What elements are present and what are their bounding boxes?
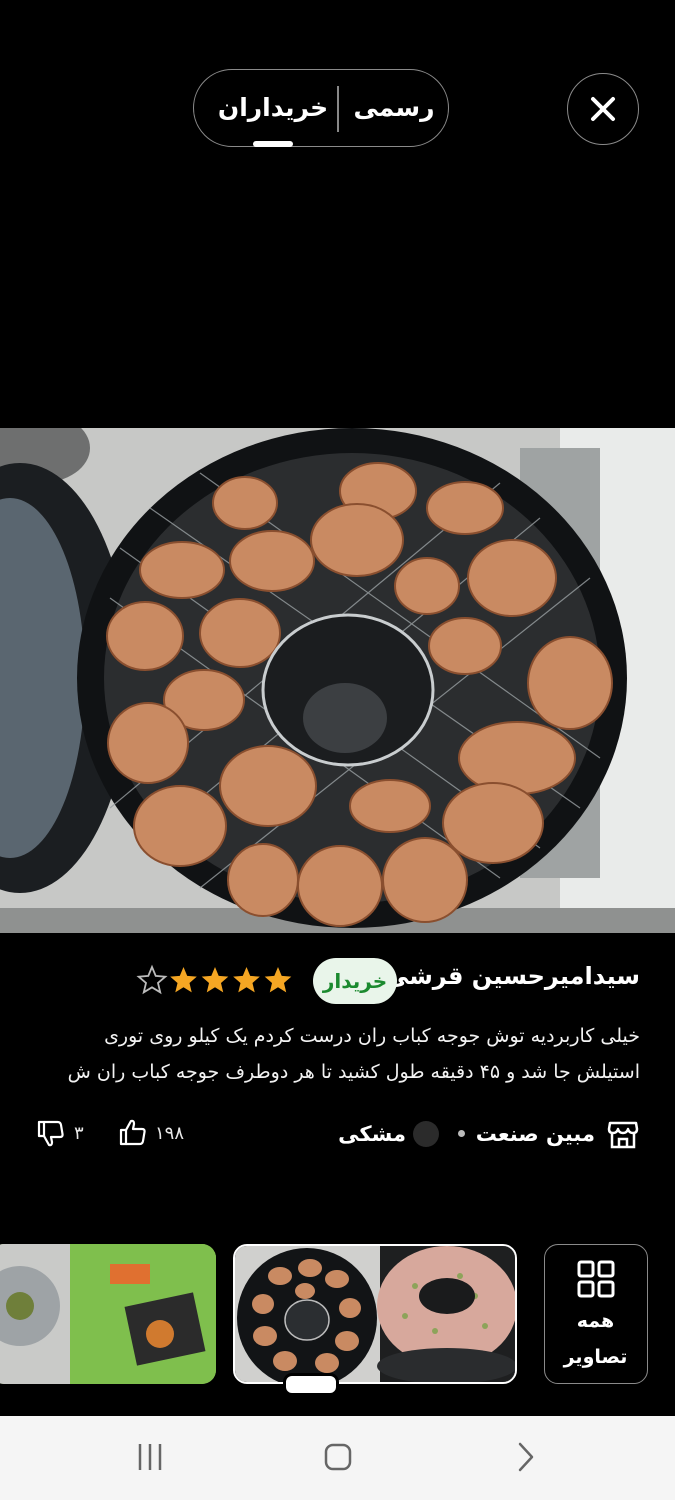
review-photo-viewer: خریداران رسمی سیدامیرحسین قرشی خریدار خی… — [0, 0, 675, 1500]
star-icon-filled — [201, 967, 229, 993]
recents-button[interactable] — [105, 1416, 195, 1500]
review-text[interactable]: خیلی کاربردیه توش جوجه کباب ران درست کرد… — [40, 1018, 640, 1104]
color-label: مشکی — [338, 1122, 406, 1146]
close-icon — [590, 96, 615, 121]
thumb-up-icon[interactable] — [118, 1117, 148, 1147]
home-icon — [324, 1443, 352, 1471]
all-photos-button[interactable]: همه تصاویر — [544, 1244, 648, 1384]
close-button[interactable] — [567, 73, 639, 145]
all-photos-label: همه تصاویر — [545, 1303, 646, 1375]
star-icon-filled — [170, 967, 197, 993]
all-photos-line1: همه — [576, 1310, 615, 1332]
system-nav-bar — [0, 1416, 675, 1500]
like-count: ۱۹۸ — [155, 1123, 185, 1144]
tab-buyers[interactable]: خریداران — [208, 70, 338, 145]
reviewer-name: سیدامیرحسین قرشی — [384, 962, 640, 990]
thumbnail[interactable] — [0, 1244, 216, 1384]
grill-photo-illustration — [0, 428, 675, 933]
home-button[interactable] — [293, 1416, 383, 1500]
star-icon-filled — [233, 967, 260, 993]
separator-dot — [458, 1130, 465, 1137]
tab-divider — [337, 86, 339, 132]
back-button[interactable] — [482, 1416, 572, 1500]
back-icon — [518, 1442, 534, 1472]
seller-name[interactable]: مبین صنعت — [470, 1116, 595, 1152]
thumbnail-selected-indicator — [283, 1373, 339, 1396]
grid-icon — [577, 1260, 615, 1298]
color-swatch — [413, 1121, 439, 1147]
tab-official[interactable]: رسمی — [344, 70, 444, 145]
dislike-count: ۳ — [74, 1123, 84, 1144]
review-photo[interactable] — [0, 428, 675, 933]
store-icon — [607, 1121, 639, 1149]
star-icon-filled — [264, 967, 292, 993]
thumb-down-icon[interactable] — [36, 1119, 66, 1149]
recents-icon — [138, 1444, 162, 1470]
all-photos-line2: تصاویر — [563, 1346, 628, 1368]
thumbnail-selected-image — [235, 1246, 515, 1382]
thumbnail-selected[interactable] — [233, 1244, 517, 1384]
tab-switcher: خریداران رسمی — [193, 69, 449, 147]
rating-stars — [136, 964, 292, 995]
thumbnail-image — [0, 1244, 216, 1384]
star-icon-empty — [136, 964, 168, 995]
tab-active-indicator — [253, 141, 293, 147]
buyer-badge: خریدار — [313, 958, 397, 1004]
